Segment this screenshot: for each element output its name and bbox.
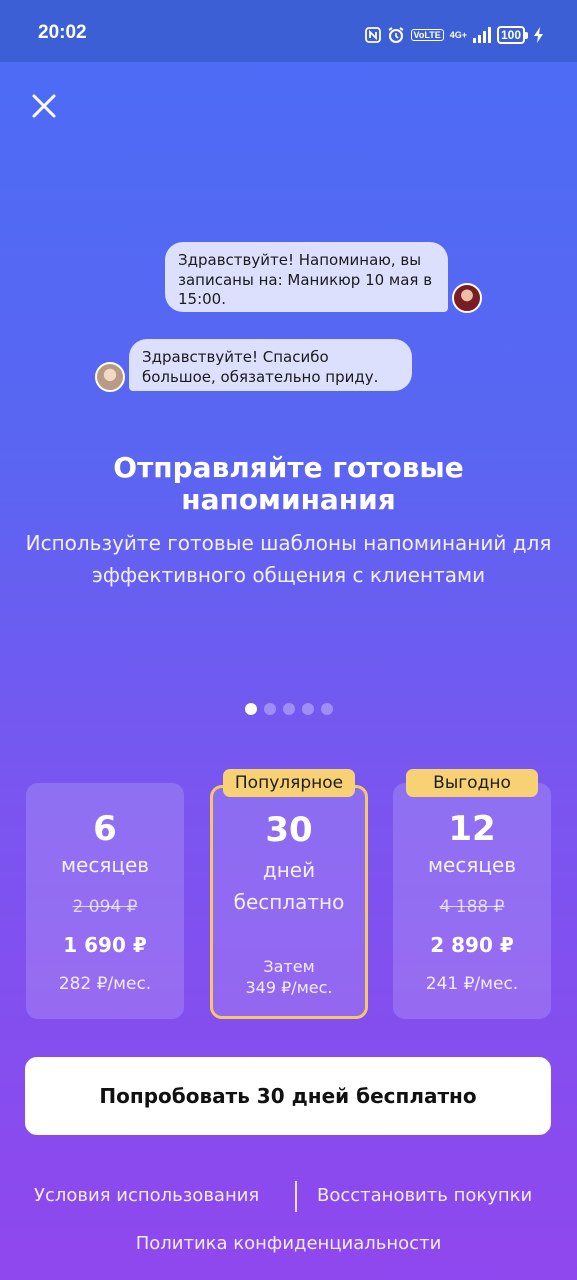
close-icon bbox=[26, 94, 62, 128]
plan-card-12-months[interactable]: 12 месяцев 4 188 ₽ 2 890 ₽ 241 ₽/мес. bbox=[393, 783, 551, 1019]
plan-monthly-price: 241 ₽/мес. bbox=[425, 974, 519, 994]
volte-badge: VoLTE bbox=[410, 29, 444, 41]
plan-monthly-price: 282 ₽/мес. bbox=[58, 974, 152, 994]
start-trial-button[interactable]: Попробовать 30 дней бесплатно bbox=[25, 1057, 551, 1135]
plan-duration-number: 30 bbox=[265, 810, 313, 850]
battery-level: 100 bbox=[496, 26, 525, 44]
pagination-dot[interactable] bbox=[320, 703, 333, 715]
pagination-dot[interactable] bbox=[263, 703, 276, 715]
alarm-icon bbox=[387, 26, 405, 44]
page-title: Отправляйте готовые напоминания bbox=[113, 451, 464, 516]
privacy-policy-link[interactable]: Политика конфиденциальности bbox=[0, 1233, 577, 1254]
nfc-icon bbox=[364, 27, 381, 43]
plan-duration-unit: месяцев bbox=[427, 853, 517, 877]
status-bar: 20:02 VoLTE 4G+ 100 bbox=[0, 0, 577, 62]
plan-duration-unit: месяцев bbox=[60, 853, 150, 877]
network-type: 4G+ bbox=[449, 29, 467, 40]
popular-badge: Популярное bbox=[223, 769, 355, 797]
restore-purchases-link[interactable]: Восстановить покупки bbox=[317, 1185, 532, 1206]
battery-indicator: 100 bbox=[496, 26, 528, 44]
pagination-dots[interactable] bbox=[0, 703, 577, 715]
best-value-badge: Выгодно bbox=[406, 769, 538, 797]
plan-old-price: 4 188 ₽ bbox=[439, 897, 505, 917]
status-icons: VoLTE 4G+ 100 bbox=[364, 24, 543, 46]
pagination-dot[interactable] bbox=[282, 703, 295, 715]
signal-icon bbox=[472, 27, 491, 43]
plan-card-trial[interactable]: 30 дней бесплатно Затем 349 ₽/мес. bbox=[210, 785, 368, 1019]
page-subtitle: Используйте готовые шаблоны напоминаний … bbox=[25, 531, 552, 587]
reply-message-bubble: Здравствуйте! Спасибо большое, обязатель… bbox=[129, 339, 412, 391]
footer-divider bbox=[295, 1181, 297, 1212]
plan-price: 1 690 ₽ bbox=[63, 933, 147, 957]
plan-duration-number: 6 bbox=[93, 809, 117, 849]
plan-duration-number: 12 bbox=[448, 809, 496, 849]
plan-monthly-price: 349 ₽/мес. bbox=[245, 978, 333, 997]
plan-price: 2 890 ₽ bbox=[430, 933, 514, 957]
pagination-dot[interactable] bbox=[301, 703, 314, 715]
status-time: 20:02 bbox=[38, 22, 87, 43]
close-button[interactable] bbox=[26, 88, 62, 124]
plan-old-price: 2 094 ₽ bbox=[72, 897, 138, 917]
charging-icon bbox=[534, 27, 543, 43]
plan-duration-unit: дней бесплатно bbox=[233, 858, 345, 914]
terms-link[interactable]: Условия использования bbox=[34, 1185, 259, 1206]
pagination-dot[interactable] bbox=[244, 703, 257, 715]
plan-card-6-months[interactable]: 6 месяцев 2 094 ₽ 1 690 ₽ 282 ₽/мес. bbox=[26, 783, 184, 1019]
client-avatar bbox=[95, 362, 125, 392]
sender-avatar bbox=[452, 283, 482, 313]
plan-then-label: Затем bbox=[263, 957, 315, 976]
incoming-message-bubble: Здравствуйте! Напоминаю, вы записаны на:… bbox=[165, 242, 448, 312]
plan-then-price: Затем 349 ₽/мес. bbox=[213, 956, 365, 998]
